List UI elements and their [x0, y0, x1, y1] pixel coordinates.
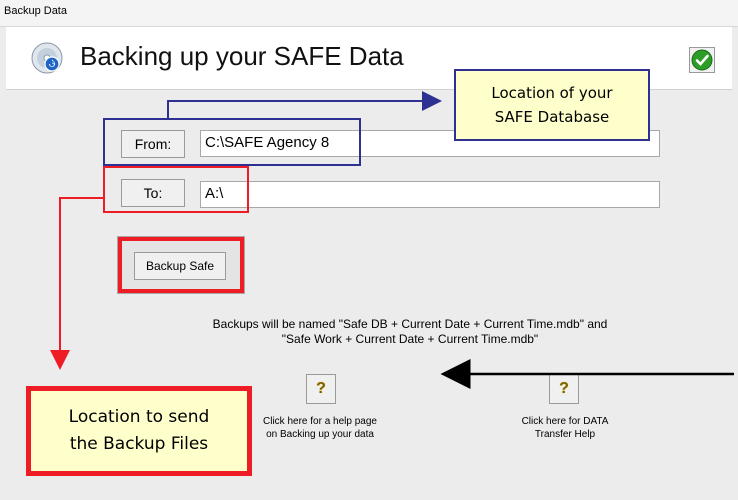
backup-highlight-box: [118, 237, 244, 293]
from-highlight-box: [103, 118, 361, 166]
backup-data-window: Backup Data Backing up your SAFE Data Fr…: [0, 0, 738, 500]
backup-help-caption-line2: on Backing up your data: [266, 429, 374, 440]
callout-send-location: Location to send the Backup Files: [26, 386, 252, 476]
naming-note-line1: Backups will be named "Safe DB + Current…: [212, 317, 608, 331]
callout-send-line1: Location to send: [68, 407, 210, 427]
question-mark-icon: ?: [316, 380, 326, 397]
disc-backup-icon: [31, 42, 63, 74]
callout-database-line2: SAFE Database: [494, 108, 610, 126]
data-transfer-help-button[interactable]: ?: [549, 374, 579, 404]
callout-database-line1: Location of your: [491, 84, 613, 102]
backup-help-button[interactable]: ?: [306, 374, 336, 404]
question-mark-icon: ?: [559, 380, 569, 397]
callout-send-line2: the Backup Files: [69, 434, 209, 454]
to-path-input[interactable]: A:\: [200, 181, 660, 208]
backup-help-caption-line1: Click here for a help page: [263, 416, 377, 427]
to-highlight-box: [103, 166, 249, 213]
page-title: Backing up your SAFE Data: [80, 41, 404, 71]
backup-help-caption: Click here for a help page on Backing up…: [240, 415, 400, 441]
naming-note-line2: "Safe Work + Current Date + Current Time…: [281, 332, 539, 346]
data-transfer-help-caption-line2: Transfer Help: [534, 429, 596, 440]
backup-naming-note: Backups will be named "Safe DB + Current…: [150, 317, 670, 347]
title-bar: Backup Data: [0, 0, 738, 27]
checkmark-ok-icon[interactable]: [689, 47, 715, 73]
data-transfer-help-caption: Click here for DATA Transfer Help: [485, 415, 645, 441]
window-title: Backup Data: [4, 5, 67, 17]
callout-database-location: Location of your SAFE Database: [454, 69, 650, 141]
arrow-to-database-callout: [167, 91, 442, 118]
arrow-to-send-callout: [50, 197, 103, 370]
data-transfer-help-caption-line1: Click here for DATA: [521, 416, 609, 427]
